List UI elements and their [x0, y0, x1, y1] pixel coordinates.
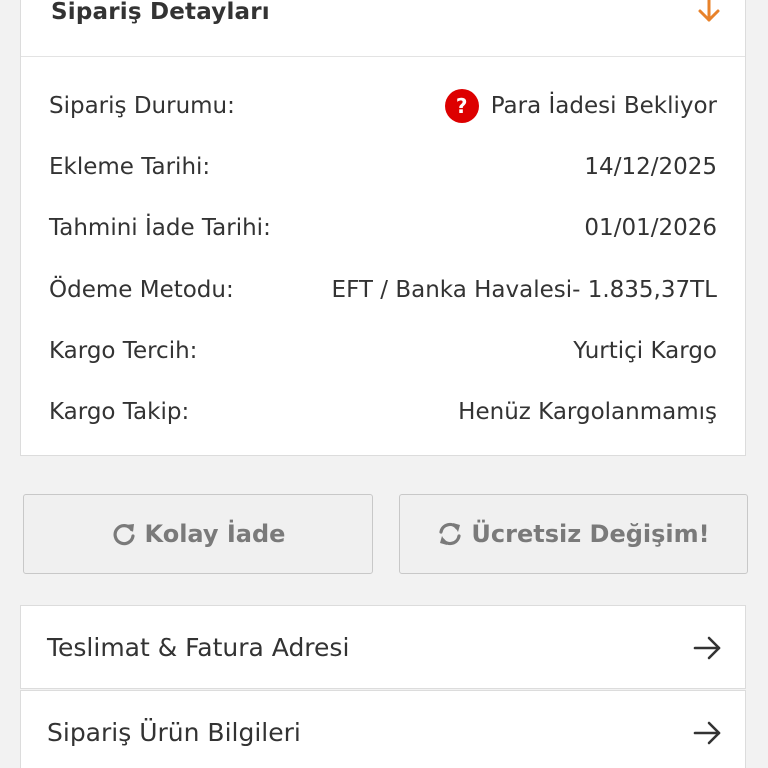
- payment-method-row: Ödeme Metodu: EFT / Banka Havalesi- 1.83…: [49, 272, 717, 308]
- added-date-label: Ekleme Tarihi:: [49, 154, 211, 180]
- estimated-return-date-value: 01/01/2026: [584, 215, 717, 241]
- order-status-value-wrap: ? Para İadesi Bekliyor: [444, 88, 717, 124]
- cargo-preference-label: Kargo Tercih:: [49, 338, 198, 364]
- order-details-header[interactable]: Sipariş Detayları: [21, 0, 745, 57]
- cargo-tracking-row: Kargo Takip: Henüz Kargolanmamış: [49, 394, 717, 430]
- cargo-tracking-value: Henüz Kargolanmamış: [458, 399, 717, 425]
- delivery-billing-address-label: Teslimat & Fatura Adresi: [47, 633, 350, 662]
- estimated-return-date-label: Tahmini İade Tarihi:: [49, 215, 271, 241]
- delivery-billing-address-link[interactable]: Teslimat & Fatura Adresi: [20, 605, 746, 689]
- order-status-row: Sipariş Durumu: ? Para İadesi Bekliyor: [49, 88, 717, 124]
- easy-return-button[interactable]: Kolay İade: [23, 494, 373, 574]
- sync-icon: [439, 522, 461, 546]
- payment-method-value: EFT / Banka Havalesi- 1.835,37TL: [331, 277, 717, 303]
- order-product-info-link[interactable]: Sipariş Ürün Bilgileri: [20, 690, 746, 768]
- arrow-right-icon: [693, 721, 721, 745]
- refresh-icon: [113, 524, 135, 546]
- easy-return-label: Kolay İade: [144, 520, 286, 548]
- free-exchange-label: Ücretsiz Değişim!: [471, 520, 710, 548]
- added-date-row: Ekleme Tarihi: 14/12/2025: [49, 149, 717, 185]
- order-status-label: Sipariş Durumu:: [49, 93, 235, 119]
- order-details-card: Sipariş Detayları Sipariş Durumu: ? Para…: [20, 0, 746, 456]
- cargo-preference-row: Kargo Tercih: Yurtiçi Kargo: [49, 333, 717, 369]
- added-date-value: 14/12/2025: [584, 154, 717, 180]
- cargo-preference-value: Yurtiçi Kargo: [573, 338, 717, 364]
- order-detail-page: Sipariş Detayları Sipariş Durumu: ? Para…: [0, 0, 768, 768]
- free-exchange-button[interactable]: Ücretsiz Değişim!: [399, 494, 748, 574]
- cargo-tracking-label: Kargo Takip:: [49, 399, 190, 425]
- estimated-return-date-row: Tahmini İade Tarihi: 01/01/2026: [49, 210, 717, 246]
- arrow-down-icon[interactable]: [695, 0, 723, 25]
- order-product-info-label: Sipariş Ürün Bilgileri: [47, 718, 301, 747]
- payment-method-label: Ödeme Metodu:: [49, 277, 234, 303]
- question-icon[interactable]: ?: [444, 89, 479, 123]
- order-status-value: Para İadesi Bekliyor: [490, 93, 717, 119]
- order-details-title: Sipariş Detayları: [51, 0, 270, 25]
- arrow-right-icon: [693, 636, 721, 660]
